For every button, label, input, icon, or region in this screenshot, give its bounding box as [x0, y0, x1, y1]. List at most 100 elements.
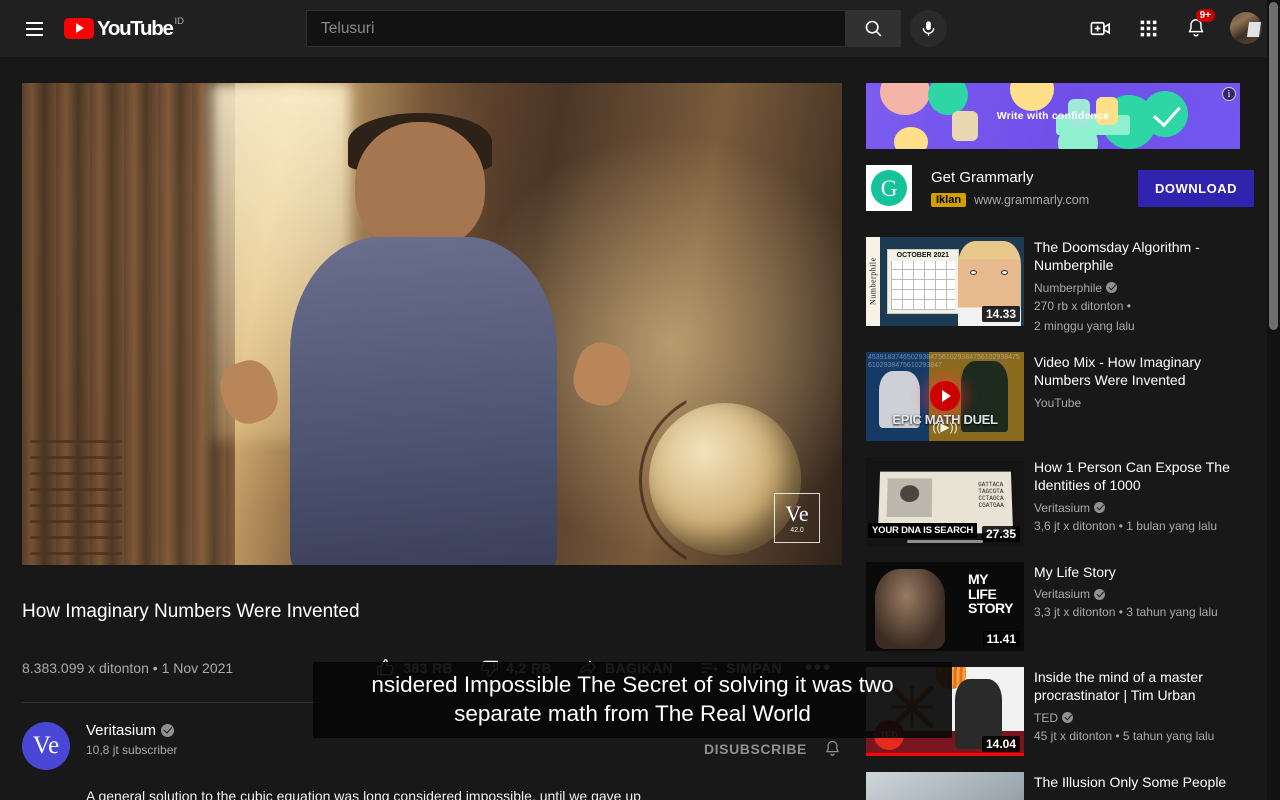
- video-thumbnail[interactable]: 4539183746502938475610293847561029384756…: [866, 351, 1024, 441]
- channel-name: Veritasium: [86, 721, 157, 739]
- avatar[interactable]: [1230, 12, 1262, 44]
- video-channel[interactable]: TED: [1034, 711, 1249, 725]
- verified-badge-icon: [1094, 502, 1106, 514]
- video-views: 3,3 jt x ditonton • 3 tahun yang lalu: [1034, 605, 1218, 620]
- check-icon: [1142, 91, 1188, 137]
- list-item[interactable]: The Illusion Only Some People: [866, 771, 1254, 800]
- ad-logo[interactable]: G: [866, 165, 912, 211]
- list-item[interactable]: MY LIFE STORY 11.41 My Life Story Veritasi…: [866, 561, 1254, 651]
- video-info: The Doomsday Algorithm - Numberphile Num…: [1034, 237, 1249, 336]
- page-title: How Imaginary Numbers Were Invented: [22, 601, 360, 622]
- hamburger-menu-icon[interactable]: [14, 9, 54, 49]
- watermark-symbol: Ve: [785, 500, 809, 526]
- ad-banner-text: Write with confidence: [996, 110, 1110, 122]
- caption-line-2: separate math from The Real World: [454, 701, 811, 726]
- video-title: How 1 Person Can Expose The Identities o…: [1034, 458, 1230, 494]
- ad-meta: Get Grammarly Iklan www.grammarly.com: [931, 169, 1138, 207]
- list-item[interactable]: Numberphile OCTOBER 2021 14.33 The Dooms…: [866, 237, 1254, 336]
- ad-download-button[interactable]: DOWNLOAD: [1138, 169, 1254, 207]
- search-input-box[interactable]: [306, 10, 845, 47]
- mix-wave-icon: ((▶)): [932, 419, 958, 434]
- video-duration: 14.04: [981, 735, 1020, 752]
- video-info: Video Mix - How Imaginary Numbers Were I…: [1034, 352, 1249, 441]
- thumbnail-caption: YOUR DNA IS SEARCH: [868, 522, 978, 538]
- search-button[interactable]: [845, 10, 901, 47]
- notifications-button[interactable]: 9+: [1176, 8, 1216, 48]
- view-count-and-date: 8.383.099 x ditonton • 1 Nov 2021: [22, 660, 233, 676]
- thumbnail-text: MY LIFE STORY: [967, 571, 1013, 616]
- description-text-1: A general solution to the cubic equation…: [86, 787, 641, 800]
- calendar-month-text: OCTOBER 2021: [896, 252, 950, 260]
- presenter-figure: [213, 112, 637, 565]
- mix-play-icon: [930, 381, 960, 412]
- search-icon: [865, 20, 881, 37]
- video-channel[interactable]: Veritasium: [1034, 501, 1249, 515]
- channel-name: YouTube: [1034, 395, 1082, 410]
- veritasium-watermark: Ve 42.0: [774, 493, 820, 543]
- verified-badge-icon: [1062, 712, 1073, 724]
- create-video-button[interactable]: [1080, 8, 1120, 48]
- meta-separator: •: [152, 659, 158, 676]
- info-icon[interactable]: i: [1222, 87, 1236, 101]
- country-code: ID: [174, 15, 185, 27]
- video-info: How 1 Person Can Expose The Identities o…: [1034, 457, 1249, 546]
- grammarly-logo-letter: G: [871, 170, 907, 206]
- masthead: YouTube ID Telusuri 9+: [0, 0, 1280, 57]
- video-views: 45 jt x ditonton • 5 tahun yang lalu: [1034, 728, 1215, 743]
- ad-row: G Get Grammarly Iklan www.grammarly.com …: [866, 165, 1254, 211]
- video-thumbnail[interactable]: GATTACA TAGCGTA CCTAGCA CGATGAA YOUR DNA IS…: [866, 456, 1024, 546]
- video-duration: 11.41: [982, 630, 1020, 647]
- video-age: 2 minggu yang lalu: [1034, 319, 1135, 334]
- channel-name: TED: [1034, 710, 1058, 725]
- apps-grid-icon: [1140, 20, 1156, 36]
- thumbnail-side-text: Numberphile: [868, 257, 878, 306]
- voice-search-button[interactable]: [910, 10, 947, 47]
- notifications-badge: 9+: [1195, 9, 1215, 22]
- video-channel[interactable]: Veritasium: [1034, 587, 1218, 601]
- ad-url: www.grammarly.com: [974, 193, 1090, 207]
- channel-name: Veritasium: [1034, 587, 1091, 602]
- caption-line-1: nsidered Impossible The Secret of solvin…: [371, 672, 894, 698]
- play-triangle-icon: [64, 17, 94, 39]
- dna-letters: GATTACA TAGCGTA CCTAGCA CGATGAA: [977, 481, 1004, 509]
- ad-banner[interactable]: Write with confidence i: [866, 83, 1240, 149]
- channel-avatar[interactable]: Ve: [22, 721, 70, 770]
- list-item[interactable]: 4539183746502938475610293847561029384756…: [866, 351, 1254, 441]
- video-title: My Life Story: [1034, 563, 1116, 580]
- video-player[interactable]: Ve 42.0: [22, 83, 842, 565]
- unsubscribe-label: DISUBSCRIBE: [703, 740, 807, 757]
- caption-overlay: nsidered Impossible The Secret of solvin…: [313, 662, 952, 738]
- abacus-decor: [30, 431, 123, 556]
- ad-subrow: Iklan www.grammarly.com: [931, 193, 1138, 207]
- list-item[interactable]: GATTACA TAGCGTA CCTAGCA CGATGAA YOUR DNA IS…: [866, 456, 1254, 546]
- video-channel[interactable]: Numberphile: [1034, 281, 1249, 295]
- video-views: 270 rb x ditonton •: [1034, 298, 1131, 313]
- video-info: Inside the mind of a master procrastinat…: [1034, 667, 1249, 756]
- scrollbar-thumb[interactable]: [1269, 2, 1278, 330]
- video-thumbnail[interactable]: MY LIFE STORY 11.41: [866, 561, 1024, 651]
- channel-name: Numberphile: [1034, 280, 1103, 295]
- apps-button[interactable]: [1128, 8, 1168, 48]
- upload-date: 1 Nov 2021: [161, 659, 234, 676]
- microphone-icon: [922, 21, 935, 36]
- video-channel[interactable]: YouTube: [1034, 396, 1249, 410]
- watch-progress-bar: [866, 752, 1024, 756]
- ad-badge: Iklan: [931, 193, 967, 207]
- video-duration: 14.33: [981, 306, 1020, 322]
- search-input[interactable]: [321, 19, 845, 38]
- watch-progress-bar: [907, 539, 983, 543]
- search-bar: [306, 10, 901, 47]
- youtube-logo[interactable]: YouTube ID: [64, 15, 184, 43]
- ad-title[interactable]: Get Grammarly: [931, 169, 1138, 186]
- video-duration: 27.35: [981, 525, 1020, 542]
- calendar-graphic: OCTOBER 2021: [886, 249, 960, 314]
- video-thumbnail[interactable]: [866, 771, 1024, 800]
- video-title: The Doomsday Algorithm - Numberphile: [1034, 239, 1200, 274]
- video-description: A general solution to the cubic equation…: [86, 786, 646, 800]
- face-graphic: [875, 568, 945, 649]
- verified-badge-icon: [1094, 588, 1106, 600]
- video-title: Video Mix - How Imaginary Numbers Were I…: [1034, 353, 1202, 389]
- page-scrollbar[interactable]: [1267, 0, 1280, 800]
- notification-bell-icon[interactable]: [823, 739, 842, 758]
- video-thumbnail[interactable]: Numberphile OCTOBER 2021 14.33: [866, 237, 1024, 326]
